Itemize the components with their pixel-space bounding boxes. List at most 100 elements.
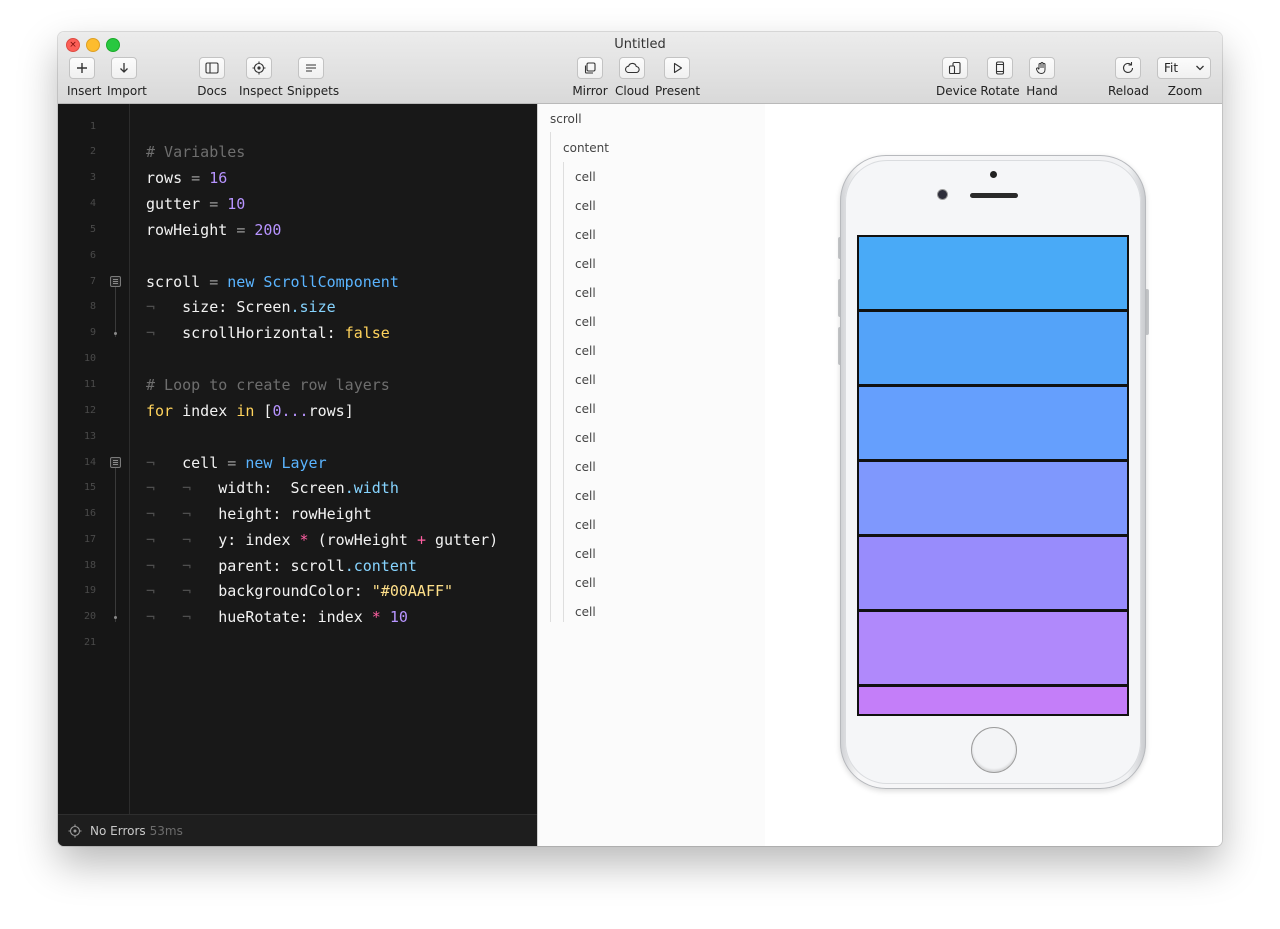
line-number: 16 [83,508,96,519]
layer-item-cell[interactable]: cell [575,547,596,561]
code-line: 14 ¬ cell = new Layer [58,450,537,476]
insert-label: Insert [67,84,102,98]
line-number: 6 [89,250,96,261]
code-text: ¬ size: Screen.size [146,298,336,316]
code-text: ¬ cell = new Layer [146,454,327,472]
line-number: 10 [83,353,96,364]
line-number: 5 [89,224,96,235]
reload-icon [1115,57,1141,79]
layer-item-cell[interactable]: cell [575,605,596,619]
hand-button[interactable]: Hand [1026,57,1058,98]
code-line: 18 ¬ ¬ parent: scroll.content [58,553,537,579]
docs-label: Docs [197,84,227,98]
docs-button[interactable]: Docs [197,57,227,98]
fold-toggle-icon[interactable] [110,457,121,468]
tree-guide [563,162,564,622]
layer-item-cell[interactable]: cell [575,344,596,358]
copy-icon [577,57,603,79]
line-number: 17 [83,534,96,545]
line-number: 7 [89,276,96,287]
mirror-label: Mirror [572,84,608,98]
code-text: for index in [0...rows] [146,402,354,420]
layer-item-cell[interactable]: cell [575,489,596,503]
rotate-label: Rotate [980,84,1020,98]
chevron-down-icon [1196,65,1204,71]
hand-label: Hand [1026,84,1058,98]
code-line: 5 rowHeight = 200 [58,217,537,243]
app-window: × Untitled Insert Import Docs Inspect Sn… [58,32,1222,846]
code-text: ¬ scrollHorizontal: false [146,324,390,342]
layer-item-cell[interactable]: cell [575,460,596,474]
code-line: 10 [58,346,537,372]
code-text: ¬ ¬ width: Screen.width [146,479,399,497]
code-line: 16 ¬ ¬ height: rowHeight [58,501,537,527]
layer-item-cell[interactable]: cell [575,315,596,329]
line-number: 8 [89,301,96,312]
line-number: 20 [83,611,96,622]
tree-guide [550,132,551,622]
layer-item-cell[interactable]: cell [575,402,596,416]
present-label: Present [655,84,701,98]
window-title: Untitled [614,37,666,52]
layer-item-cell[interactable]: cell [575,576,596,590]
reload-button[interactable]: Reload [1108,57,1149,98]
present-button[interactable]: Present [655,57,701,98]
preview-cell [859,537,1127,609]
line-number: 18 [83,560,96,571]
preview-cell [859,612,1127,684]
code-text: ¬ ¬ y: index * (rowHeight + gutter) [146,531,499,549]
code-line: 4 gutter = 10 [58,191,537,217]
snippets-label: Snippets [287,84,340,98]
inspect-button[interactable]: Inspect [239,57,283,98]
zoom-select[interactable]: Fit [1157,57,1211,79]
plus-icon [69,57,95,79]
layer-item-cell[interactable]: cell [575,257,596,271]
layer-item-cell[interactable]: cell [575,170,596,184]
code-text: ¬ ¬ hueRotate: index * 10 [146,608,408,626]
snippets-button[interactable]: Snippets [287,57,340,98]
layer-item-cell[interactable]: cell [575,286,596,300]
code-text: gutter = 10 [146,195,246,213]
preview-cell [859,687,1127,714]
code-line: 12 for index in [0...rows] [58,398,537,424]
preview-canvas[interactable] [765,104,1222,846]
device-label: Device [936,84,978,98]
preview-cell [859,237,1127,309]
lines-icon [298,57,324,79]
line-number: 13 [83,431,96,442]
front-camera-icon [938,190,947,199]
status-bar: No Errors 53ms [58,814,537,846]
code-text: rows = 16 [146,169,228,187]
rotate-button[interactable]: Rotate [980,57,1020,98]
layer-item-cell[interactable]: cell [575,431,596,445]
device-button[interactable]: Device [936,57,978,98]
import-button[interactable]: Import [107,57,147,98]
device-screen[interactable] [857,235,1129,716]
layer-item-cell[interactable]: cell [575,199,596,213]
preview-cell [859,462,1127,534]
layer-item-cell[interactable]: cell [575,373,596,387]
layer-item-content[interactable]: content [563,141,609,155]
code-line: 9 ¬ scrollHorizontal: false [58,320,537,346]
earpiece-speaker [970,193,1018,198]
layer-item-cell[interactable]: cell [575,228,596,242]
code-text: ¬ ¬ height: rowHeight [146,505,372,523]
code-editor[interactable]: 1 2 # Variables 3 rows = 16 4 gutter = 1… [58,104,537,846]
cloud-label: Cloud [615,84,650,98]
layer-item-scroll[interactable]: scroll [550,112,582,126]
code-comment: # Loop to create row layers [146,376,390,394]
layer-item-cell[interactable]: cell [575,518,596,532]
cloud-button[interactable]: Cloud [615,57,649,98]
inspect-label: Inspect [239,84,283,98]
preview-cell [859,312,1127,384]
hand-icon [1029,57,1055,79]
code-line: 21 [58,630,537,656]
line-number: 4 [89,198,96,209]
code-line: 17 ¬ ¬ y: index * (rowHeight + gutter) [58,527,537,553]
mirror-button[interactable]: Mirror [572,57,608,98]
zoom-control: Fit Zoom [1157,57,1213,98]
target-icon [68,824,82,838]
fold-toggle-icon[interactable] [110,276,121,287]
insert-button[interactable]: Insert [67,57,102,98]
line-number: 9 [89,327,96,338]
